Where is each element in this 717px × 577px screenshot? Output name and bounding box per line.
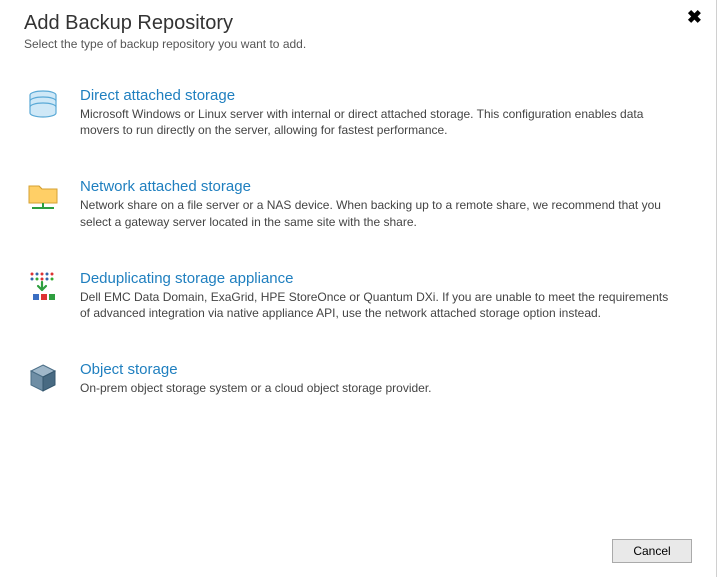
cancel-button[interactable]: Cancel <box>612 539 692 563</box>
option-network-attached-storage[interactable]: Network attached storage Network share o… <box>24 178 692 229</box>
cube-icon <box>24 361 62 395</box>
folder-network-icon <box>24 178 62 212</box>
dedup-icon <box>24 270 62 304</box>
dialog-title: Add Backup Repository <box>24 12 692 35</box>
option-description: Dell EMC Data Domain, ExaGrid, HPE Store… <box>80 289 672 321</box>
option-description: On-prem object storage system or a cloud… <box>80 380 672 396</box>
close-button[interactable]: ✖ <box>687 8 702 26</box>
option-deduplicating-storage-appliance[interactable]: Deduplicating storage appliance Dell EMC… <box>24 270 692 321</box>
option-description: Microsoft Windows or Linux server with i… <box>80 106 672 138</box>
option-title: Deduplicating storage appliance <box>80 270 672 287</box>
option-title: Direct attached storage <box>80 87 672 104</box>
option-direct-attached-storage[interactable]: Direct attached storage Microsoft Window… <box>24 87 692 138</box>
option-title: Object storage <box>80 361 672 378</box>
option-object-storage[interactable]: Object storage On-prem object storage sy… <box>24 361 692 396</box>
disks-icon <box>24 87 62 121</box>
dialog-footer: Cancel <box>612 539 692 563</box>
option-description: Network share on a file server or a NAS … <box>80 197 672 229</box>
options-list: Direct attached storage Microsoft Window… <box>0 57 716 396</box>
option-title: Network attached storage <box>80 178 672 195</box>
dialog-subtitle: Select the type of backup repository you… <box>24 37 692 51</box>
dialog-header: Add Backup Repository Select the type of… <box>0 0 716 57</box>
